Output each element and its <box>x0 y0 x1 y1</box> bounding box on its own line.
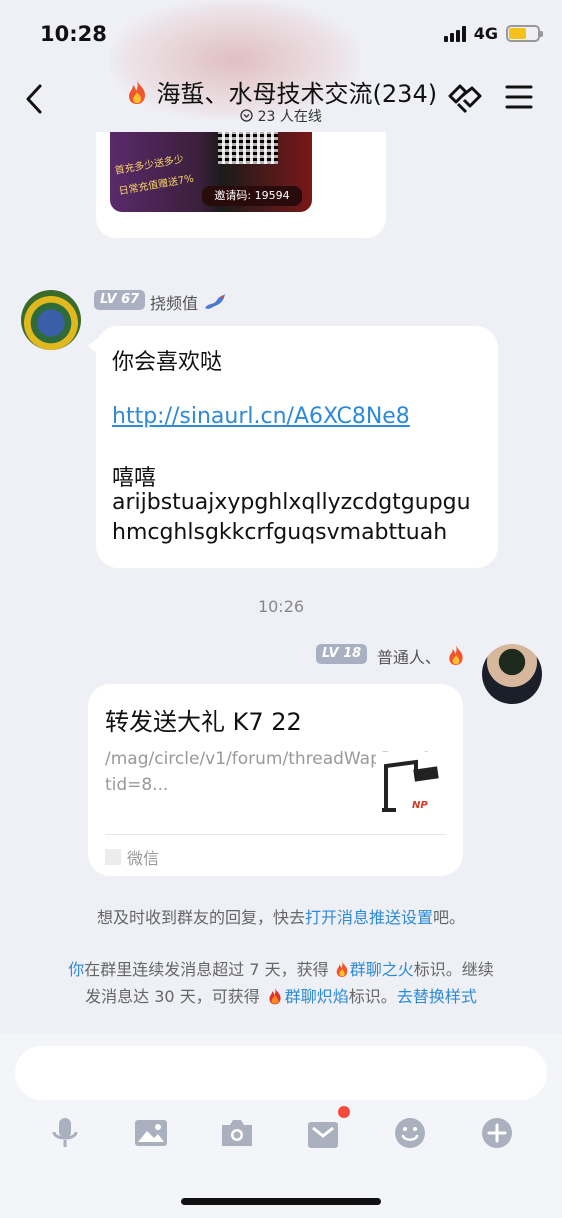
fire-icon <box>128 80 145 104</box>
level-badge: LV 67 <box>94 290 146 310</box>
message-list[interactable]: 首充多少送多少 日常充值赠送7% 邀请码: 19594 LV 67 挠频值 你会… <box>0 132 562 1034</box>
chevron-circle-icon <box>240 109 253 122</box>
push-notice: 想及时收到群友的回复，快去打开消息推送设置吧。 <box>96 908 466 927</box>
blaze-icon <box>269 987 281 1005</box>
linked-group-icon[interactable] <box>444 82 484 116</box>
link-card-message[interactable]: 转发送大礼 K7 22 /mag/circle/v1/forum/threadW… <box>88 684 463 876</box>
card-title: 转发送大礼 K7 22 <box>105 708 302 736</box>
menu-icon[interactable] <box>504 82 534 112</box>
status-time: 10:28 <box>40 22 107 46</box>
fire-icon <box>336 961 348 977</box>
mic-icon[interactable] <box>48 1116 82 1150</box>
gift-icon[interactable] <box>306 1116 340 1150</box>
avatar[interactable] <box>21 290 81 350</box>
network-type: 4G <box>473 24 498 43</box>
sender-name[interactable]: 挠频值 <box>150 290 227 314</box>
message-link[interactable]: http://sinaurl.cn/A6XC8Ne8 <box>112 404 410 429</box>
emoji-icon[interactable] <box>393 1116 427 1150</box>
text-message[interactable]: 你会喜欢哒 http://sinaurl.cn/A6XC8Ne8 嘻嘻 arij… <box>88 326 498 568</box>
streak-notice: 你在群里连续发消息超过 7 天，获得 群聊之火标识。继续 发消息达 30 天，可… <box>68 960 494 1006</box>
image-message[interactable]: 首充多少送多少 日常充值赠送7% 邀请码: 19594 <box>96 132 386 238</box>
card-source: 微信 <box>105 845 159 869</box>
card-description: /mag/circle/v1/forum/threadWapPage?tid=8… <box>105 749 432 795</box>
invite-code: 邀请码: 19594 <box>202 186 302 206</box>
avatar[interactable] <box>482 644 542 704</box>
plus-icon[interactable] <box>480 1116 514 1150</box>
chat-header: 海蜇、水母技术交流(234) 23 人在线 <box>0 62 562 132</box>
battery-icon <box>506 25 543 42</box>
change-style-link[interactable]: 去替换样式 <box>397 987 477 1006</box>
card-thumbnail: NP <box>376 752 444 816</box>
image-icon[interactable] <box>134 1116 168 1150</box>
level-badge: LV 18 <box>316 644 368 664</box>
sender-name[interactable]: 普通人、 <box>377 644 466 668</box>
status-bar: 10:28 4G <box>0 0 562 62</box>
home-indicator[interactable] <box>181 1198 381 1205</box>
camera-icon[interactable] <box>220 1116 254 1150</box>
fire-icon <box>449 645 463 665</box>
wechat-icon <box>105 849 121 865</box>
group-title-text: 海蜇、水母技术交流(234) <box>156 80 438 108</box>
open-push-settings-link[interactable]: 打开消息推送设置 <box>305 908 433 927</box>
input-area <box>0 1034 562 1218</box>
dragon-icon <box>205 294 226 309</box>
timestamp: 10:26 <box>257 597 305 616</box>
svg-text:NP: NP <box>412 800 428 811</box>
signal-icon <box>443 25 466 42</box>
message-input[interactable] <box>15 1046 547 1100</box>
ad-image[interactable]: 首充多少送多少 日常充值赠送7% 邀请码: 19594 <box>110 132 312 212</box>
notification-dot <box>338 1106 350 1118</box>
